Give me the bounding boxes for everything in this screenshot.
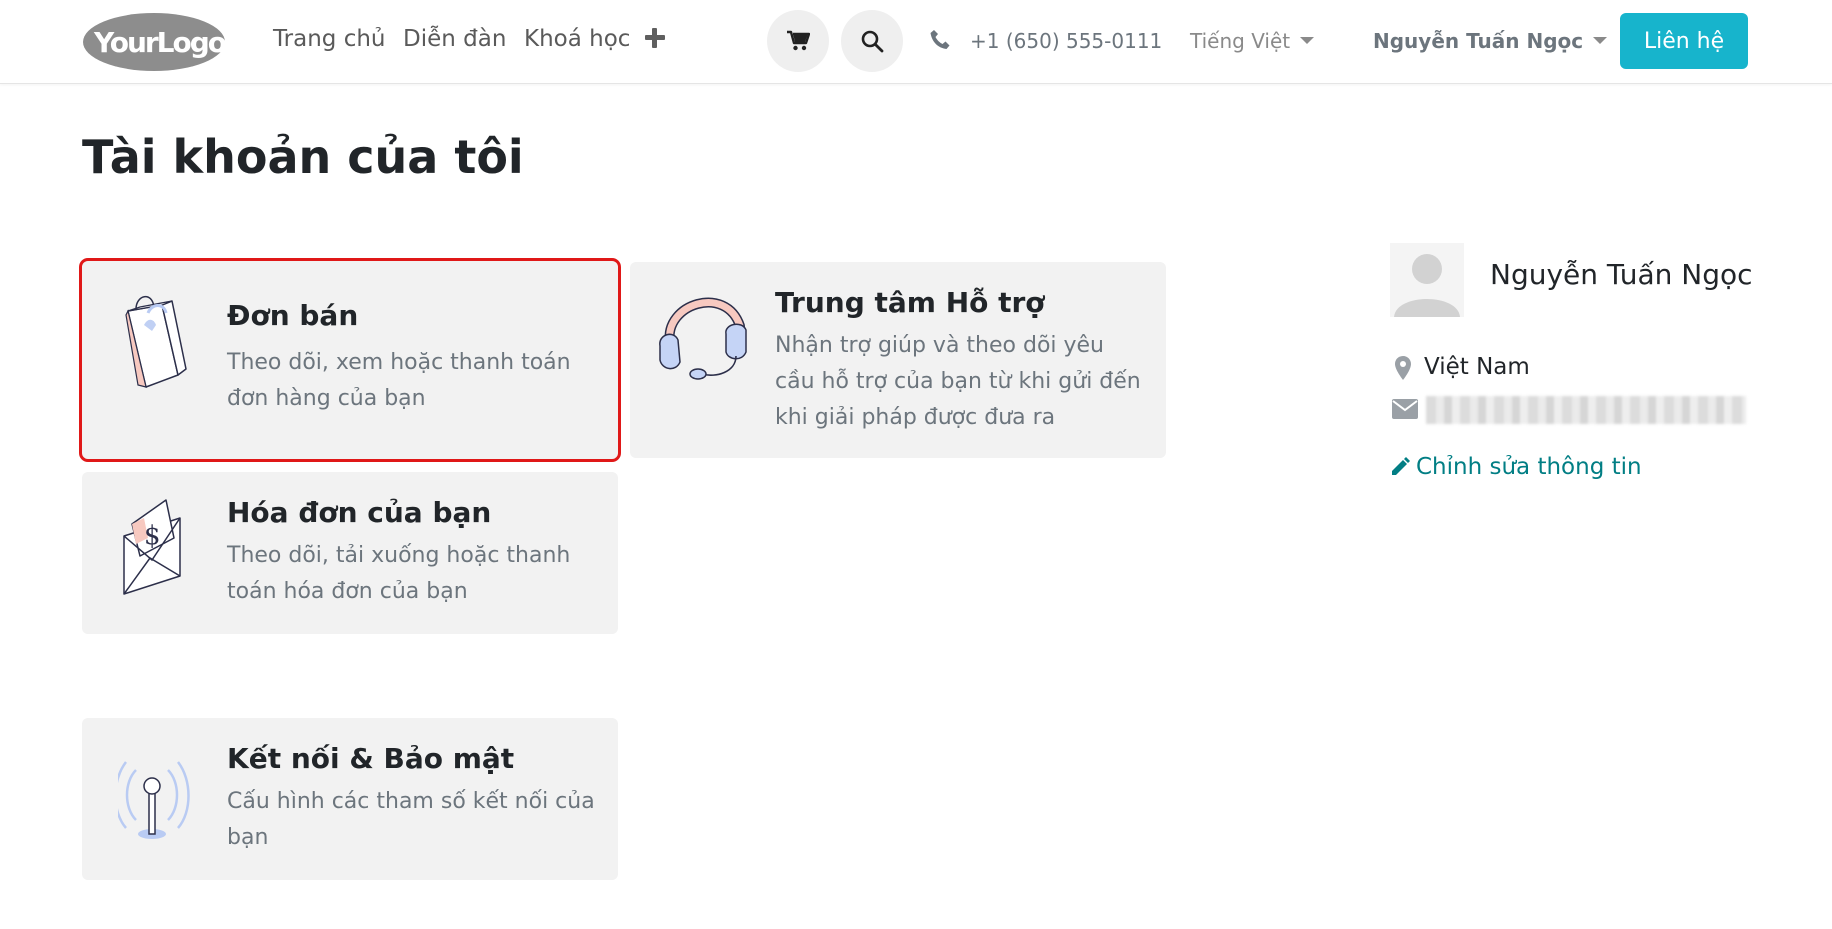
search-icon bbox=[861, 30, 884, 53]
caret-down-icon bbox=[1593, 37, 1608, 44]
map-marker-icon bbox=[1395, 356, 1411, 380]
svg-text:$: $ bbox=[144, 521, 161, 551]
card-description: Theo dõi, xem hoặc thanh toán đơn hàng c… bbox=[227, 350, 571, 411]
top-navbar: YourLogo Trang chủ Diễn đàn Khoá học +1 … bbox=[0, 0, 1832, 84]
edit-profile-label: Chỉnh sửa thông tin bbox=[1416, 454, 1642, 480]
contact-button[interactable]: Liên hệ bbox=[1620, 13, 1748, 69]
avatar-icon bbox=[1390, 243, 1464, 317]
invoice-envelope-icon: $ bbox=[123, 499, 181, 595]
card-security[interactable]: Kết nối & Bảo mật Cấu hình các tham số k… bbox=[82, 718, 618, 880]
card-title: Kết nối & Bảo mật bbox=[227, 742, 515, 775]
page-title: Tài khoản của tôi bbox=[82, 130, 524, 184]
edit-profile-link[interactable]: Chỉnh sửa thông tin bbox=[1390, 454, 1642, 480]
email-redacted bbox=[1426, 396, 1746, 424]
caret-down-icon bbox=[1300, 37, 1315, 44]
card-orders[interactable]: Đơn bán Theo dõi, xem hoặc thanh toán đơ… bbox=[79, 258, 621, 462]
cart-button[interactable] bbox=[767, 10, 829, 72]
nav-forum[interactable]: Diễn đàn bbox=[403, 26, 506, 52]
card-description: Cấu hình các tham số kết nối của bạn bbox=[227, 789, 595, 850]
logo-icon: YourLogo bbox=[83, 13, 226, 71]
nav-home[interactable]: Trang chủ bbox=[273, 26, 386, 52]
language-label: Tiếng Việt bbox=[1190, 29, 1291, 53]
nav-courses[interactable]: Khoá học bbox=[524, 26, 630, 52]
search-button[interactable] bbox=[841, 10, 903, 72]
user-dropdown[interactable]: Nguyễn Tuấn Ngọc bbox=[1373, 29, 1608, 53]
card-title: Đơn bán bbox=[227, 299, 359, 332]
phone-icon bbox=[930, 30, 950, 49]
card-description: Theo dõi, tải xuống hoặc thanh toán hóa … bbox=[227, 543, 571, 604]
pencil-icon bbox=[1392, 457, 1410, 475]
headset-icon bbox=[659, 297, 747, 380]
user-label: Nguyễn Tuấn Ngọc bbox=[1373, 29, 1584, 53]
plus-icon[interactable] bbox=[644, 27, 666, 49]
logo-text: YourLogo bbox=[93, 26, 226, 59]
cart-icon bbox=[787, 30, 810, 51]
envelope-icon bbox=[1392, 399, 1418, 419]
antenna-icon bbox=[118, 761, 190, 839]
profile-country: Việt Nam bbox=[1424, 354, 1530, 380]
card-title: Trung tâm Hỗ trợ bbox=[775, 286, 1045, 319]
phone-number[interactable]: +1 (650) 555-0111 bbox=[970, 29, 1162, 53]
card-invoices[interactable]: $ Hóa đơn của bạn Theo dõi, tải xuống ho… bbox=[82, 472, 618, 634]
card-description: Nhận trợ giúp và theo dõi yêu cầu hỗ trợ… bbox=[775, 333, 1141, 430]
card-helpdesk[interactable]: Trung tâm Hỗ trợ Nhận trợ giúp và theo d… bbox=[630, 262, 1166, 458]
profile-name: Nguyễn Tuấn Ngọc bbox=[1490, 258, 1753, 291]
shopping-bag-icon bbox=[125, 296, 187, 388]
site-logo[interactable]: YourLogo bbox=[82, 12, 226, 72]
language-dropdown[interactable]: Tiếng Việt bbox=[1190, 29, 1315, 53]
card-title: Hóa đơn của bạn bbox=[227, 496, 492, 529]
